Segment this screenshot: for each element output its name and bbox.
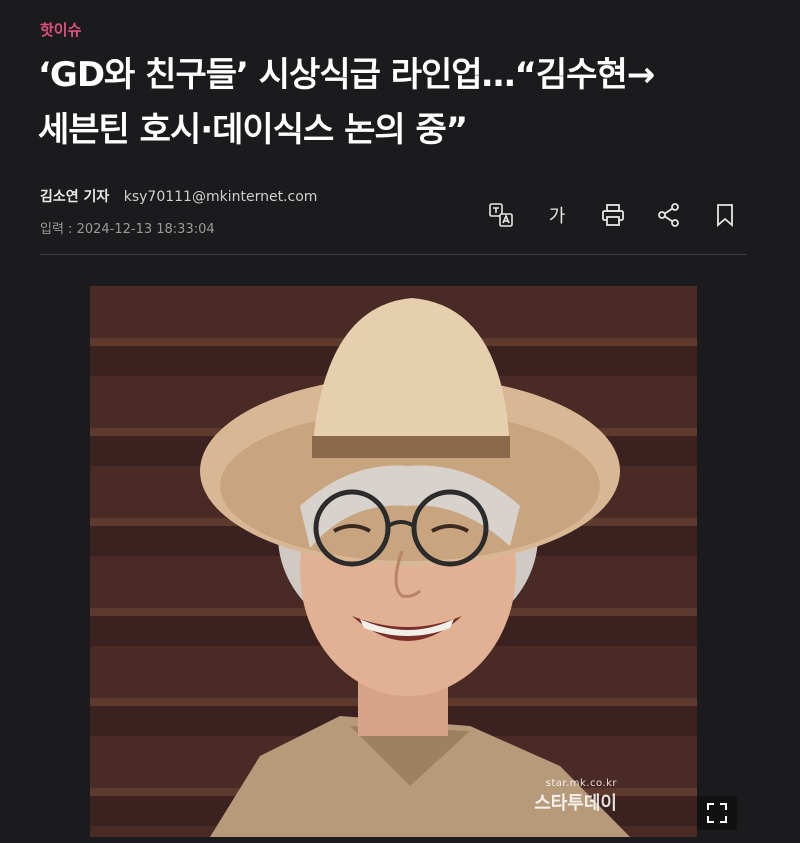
font-size-icon: 가 xyxy=(548,206,566,227)
author-name[interactable]: 김소연 기자 xyxy=(40,189,109,205)
publish-date: 입력 : 2024-12-13 18:33:04 xyxy=(40,222,215,237)
headline-line-1: ‘GD와 친구들’ 시상식급 라인업…“김수현→ xyxy=(38,55,655,95)
byline: 김소연 기자 ksy70111@mkinternet.com xyxy=(40,186,317,206)
print-button[interactable] xyxy=(598,200,628,230)
article-toolbar: 가 xyxy=(486,200,740,230)
header-divider xyxy=(40,254,747,255)
watermark-name: 스타투데이 xyxy=(534,793,617,814)
article-photo[interactable]: star.mk.co.kr 스타투데이 xyxy=(90,286,697,837)
bookmark-icon xyxy=(717,204,733,227)
fullscreen-button[interactable] xyxy=(697,796,737,830)
bookmark-button[interactable] xyxy=(710,200,740,230)
category-label[interactable]: 핫이슈 xyxy=(40,19,81,40)
share-icon xyxy=(658,203,679,227)
translate-icon xyxy=(489,203,513,227)
headline-line-2: 세븐틴 호시·데이식스 논의 중” xyxy=(38,110,468,150)
person-photo-illustration xyxy=(200,298,630,837)
watermark-domain: star.mk.co.kr xyxy=(545,778,617,789)
article-headline: ‘GD와 친구들’ 시상식급 라인업…“김수현→ 세븐틴 호시·데이식스 논의 … xyxy=(38,48,768,158)
print-icon xyxy=(602,204,624,226)
photo-watermark: star.mk.co.kr 스타투데이 xyxy=(534,778,617,815)
share-button[interactable] xyxy=(654,200,684,230)
author-email[interactable]: ksy70111@mkinternet.com xyxy=(124,189,318,205)
font-size-button[interactable]: 가 xyxy=(542,200,572,230)
translate-button[interactable] xyxy=(486,200,516,230)
fullscreen-icon xyxy=(707,803,727,823)
